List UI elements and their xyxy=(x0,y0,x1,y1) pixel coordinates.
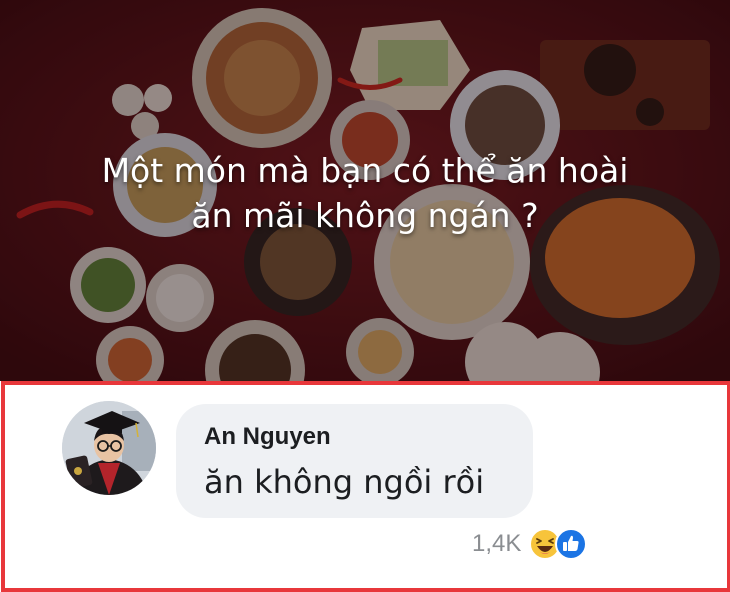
comment-author-name[interactable]: An Nguyen xyxy=(204,423,331,451)
headline-line-1: Một món mà bạn có thể ăn hoài xyxy=(101,151,629,190)
reaction-count[interactable]: 1,4K xyxy=(472,530,521,558)
headline-line-2: ăn mãi không ngán ? xyxy=(191,196,539,235)
comment-text: ăn không ngồi rồi xyxy=(204,463,485,501)
post-image[interactable]: Một món mà bạn có thể ăn hoài ăn mãi khô… xyxy=(0,0,730,381)
avatar[interactable] xyxy=(62,401,156,495)
reaction-summary[interactable]: 1,4K xyxy=(472,527,588,561)
graduate-avatar-icon xyxy=(62,401,156,495)
like-icon xyxy=(555,528,588,560)
post-headline: Một món mà bạn có thể ăn hoài ăn mãi khô… xyxy=(0,148,730,238)
